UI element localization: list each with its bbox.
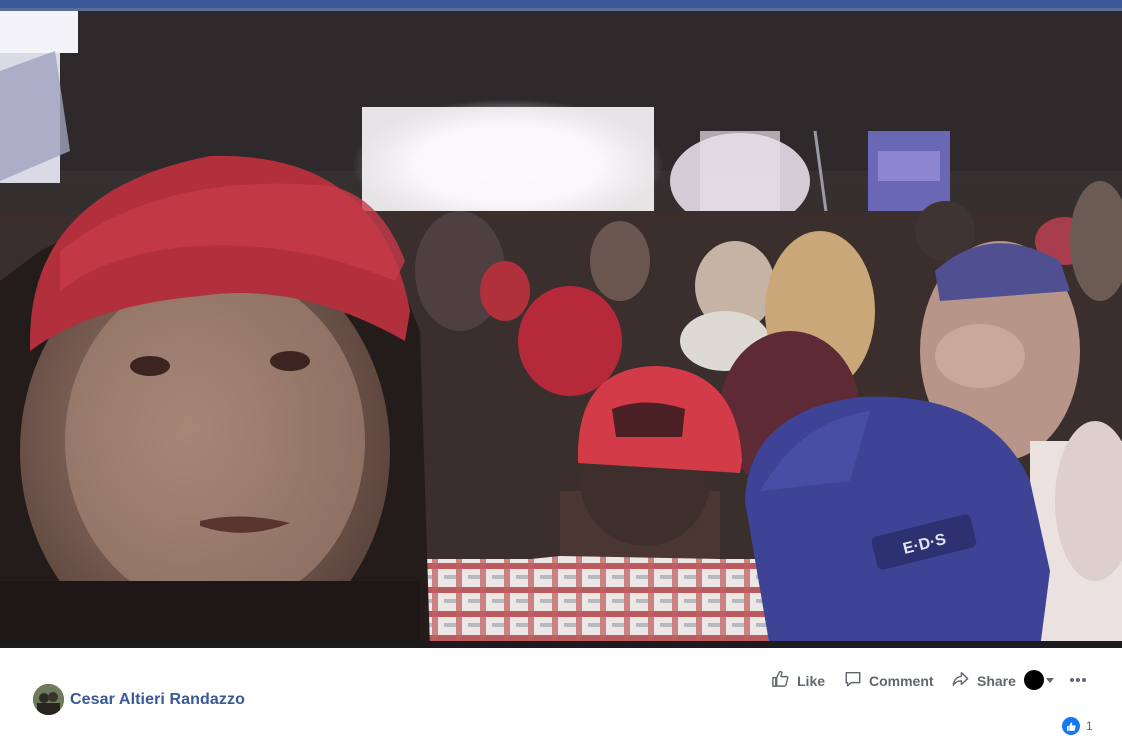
- comment-label: Comment: [869, 673, 934, 689]
- video-player[interactable]: E·D·S: [0, 11, 1122, 648]
- author-avatar[interactable]: [33, 684, 64, 715]
- author-name-link[interactable]: Cesar Altieri Randazzo: [70, 691, 245, 709]
- video-bottom-edge: [0, 641, 1122, 648]
- share-button[interactable]: Share: [951, 668, 1016, 694]
- reaction-summary[interactable]: 1: [1062, 717, 1093, 735]
- reaction-count: 1: [1086, 719, 1093, 733]
- like-reaction-icon: [1062, 717, 1080, 735]
- more-options-icon[interactable]: [1070, 672, 1088, 688]
- actor-selector[interactable]: [1024, 670, 1054, 690]
- video-frame: E·D·S: [0, 11, 1122, 648]
- like-label: Like: [797, 673, 826, 689]
- thumbs-up-icon: [771, 669, 790, 693]
- share-label: Share: [977, 673, 1016, 689]
- like-button[interactable]: Like: [771, 668, 825, 694]
- speech-bubble-icon: [844, 670, 862, 693]
- post-author[interactable]: Cesar Altieri Randazzo: [33, 684, 245, 715]
- comment-button[interactable]: Comment: [844, 668, 934, 694]
- top-accent-bar: [0, 0, 1122, 8]
- share-arrow-icon: [951, 670, 970, 693]
- actor-avatar: [1024, 670, 1044, 690]
- chevron-down-icon: [1046, 677, 1054, 683]
